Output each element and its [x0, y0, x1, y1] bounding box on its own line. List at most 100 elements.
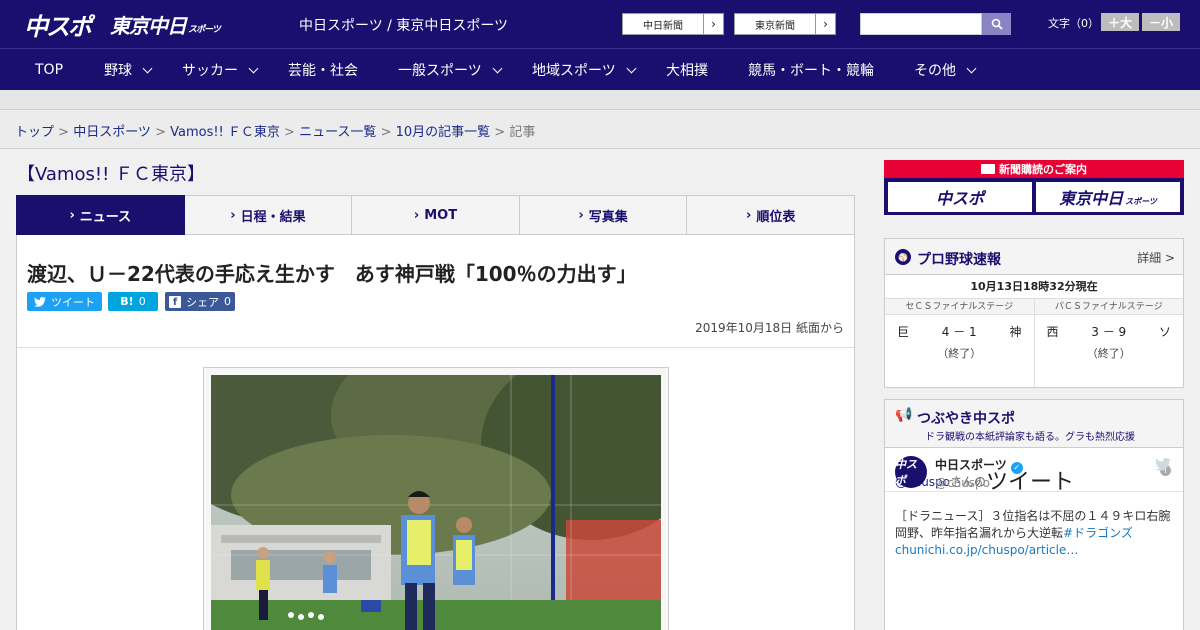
- nav-item-other[interactable]: その他: [914, 49, 977, 91]
- article-headline: 渡辺、Ｕ－22代表の手応え生かす あす神戸戦「100％の力出す」: [27, 262, 637, 286]
- twitter-bird-icon[interactable]: [1155, 457, 1171, 475]
- game-stage: セＣＳファイナルステージ: [885, 299, 1034, 315]
- game-score: 3 － 9: [1091, 325, 1127, 339]
- tokyo-subscribe-logo[interactable]: 東京中日 スポーツ: [1036, 182, 1180, 212]
- logo-text: 中スポ: [935, 189, 984, 208]
- chevron-down-icon: [492, 63, 503, 73]
- search-icon: [991, 18, 1003, 30]
- tweet-link[interactable]: chunichi.co.jp/chuspo/article…: [895, 543, 1078, 557]
- nav-item-label: 競馬・ボート・競輪: [748, 63, 874, 79]
- breadcrumb-separator: >: [376, 125, 396, 140]
- breadcrumb-separator: >: [150, 125, 171, 140]
- subscription-logos: 中スポ 東京中日 スポーツ: [888, 182, 1180, 212]
- tweets-box: 📢 つぶやき中スポ ドラ観戦の本紙評論家も語る。グラも熱烈応援 @chuspoさ…: [884, 399, 1184, 630]
- tab-standings[interactable]: › 順位表: [687, 195, 855, 235]
- twitter-bird-icon: [34, 296, 46, 307]
- baseball-detail-link[interactable]: 詳細 >: [1137, 249, 1175, 266]
- article-photo[interactable]: [211, 375, 661, 630]
- subscription-title: 新聞購読のご案内: [999, 163, 1087, 176]
- tokyo-logo-text: 東京中日: [110, 13, 187, 38]
- tweet-label: ツイート: [51, 295, 95, 309]
- baseball-game[interactable]: パＣＳファイナルステージ 西 3 － 9 ソ （終了）: [1034, 299, 1183, 387]
- nav-item-label: TOP: [35, 62, 64, 78]
- nav-item-soccer[interactable]: サッカー: [182, 49, 259, 91]
- section-title: 【Vamos!! ＦＣ東京】: [17, 164, 206, 185]
- facebook-share-button[interactable]: f シェア 0: [165, 292, 235, 311]
- tweet-author[interactable]: 中日スポーツ ✓: [935, 456, 1023, 474]
- nav-item-racing[interactable]: 競馬・ボート・競輪: [748, 49, 874, 91]
- away-team: 神: [1009, 325, 1022, 339]
- baseball-timestamp: 10月13日18時32分現在: [885, 275, 1183, 299]
- tweet-button[interactable]: ツイート: [27, 292, 102, 311]
- tab-photos[interactable]: › 写真集: [519, 195, 688, 235]
- game-stage: パＣＳファイナルステージ: [1034, 299, 1183, 315]
- chunichi-shimbun-button[interactable]: 中日新聞 ›: [622, 13, 724, 35]
- main-nav: TOP 野球 サッカー 芸能・社会 一般スポーツ 地域スポーツ 大相撲 競馬・ボ…: [0, 48, 1200, 90]
- nav-item-general-sports[interactable]: 一般スポーツ: [398, 49, 503, 91]
- nav-item-label: サッカー: [182, 63, 238, 79]
- tweets-title: つぶやき中スポ: [917, 411, 1015, 427]
- newspaper-icon: [981, 164, 995, 174]
- chevron-right-icon: ›: [230, 207, 236, 223]
- font-size-minus-button[interactable]: －小: [1142, 13, 1180, 31]
- breadcrumb-news-list[interactable]: ニュース一覧: [299, 125, 376, 140]
- hatena-count: 0: [138, 295, 146, 308]
- search-button[interactable]: [982, 13, 1011, 35]
- breadcrumb-october-list[interactable]: 10月の記事一覧: [396, 125, 491, 140]
- nav-item-local-sports[interactable]: 地域スポーツ: [532, 49, 637, 91]
- tweets-box-header: 📢 つぶやき中スポ ドラ観戦の本紙評論家も語る。グラも熱烈応援: [885, 400, 1183, 448]
- tokyo-chunichi-logo[interactable]: 東京中日 スポーツ: [110, 8, 221, 40]
- breadcrumb-separator: >: [490, 125, 510, 140]
- nav-item-label: 一般スポーツ: [398, 63, 482, 79]
- subscription-header: 新聞購読のご案内: [884, 160, 1184, 178]
- subscription-banner[interactable]: 新聞購読のご案内 中スポ 東京中日 スポーツ: [884, 160, 1184, 215]
- baseball-game[interactable]: セＣＳファイナルステージ 巨 4 － 1 神 （終了）: [885, 299, 1035, 387]
- hatena-bookmark-button[interactable]: B! 0: [108, 292, 158, 311]
- game-status: （終了）: [1086, 347, 1131, 360]
- avatar[interactable]: 中スポ: [895, 456, 927, 488]
- breadcrumb-separator: >: [54, 125, 74, 140]
- baseball-title: プロ野球速報: [917, 252, 1001, 268]
- chevron-right-icon: ›: [703, 14, 723, 34]
- breadcrumb: トップ > 中日スポーツ > Vamos!! ＦＣ東京 > ニュース一覧 > 1…: [15, 121, 535, 140]
- game-score: 4 － 1: [941, 325, 977, 339]
- tab-label: 順位表: [756, 209, 796, 225]
- facebook-share-label: シェア: [186, 295, 219, 309]
- nav-item-entertainment[interactable]: 芸能・社会: [288, 49, 358, 91]
- article-date: 2019年10月18日 紙面から: [695, 321, 844, 335]
- breadcrumb-fc-tokyo[interactable]: Vamos!! ＦＣ東京: [170, 125, 280, 140]
- nav-item-baseball[interactable]: 野球: [104, 49, 153, 91]
- home-team: 巨: [897, 325, 910, 339]
- chevron-down-icon: [626, 63, 637, 73]
- baseball-scores-box: ⚾ プロ野球速報 詳細 > 10月13日18時32分現在 セＣＳファイナルステー…: [884, 238, 1184, 388]
- chevron-right-icon: ›: [578, 207, 584, 223]
- logo-text: 東京中日: [1059, 189, 1124, 208]
- tab-label: 写真集: [588, 209, 628, 225]
- tab-mot[interactable]: › MOT: [352, 195, 520, 235]
- chuspo-logo[interactable]: 中スポ: [24, 8, 92, 41]
- chuspo-logo-text: 中スポ: [24, 12, 92, 41]
- site-title[interactable]: 中日スポーツ / 東京中日スポーツ: [299, 15, 508, 35]
- nav-item-sumo[interactable]: 大相撲: [666, 49, 708, 91]
- tweets-subtitle: ドラ観戦の本紙評論家も語る。グラも熱烈応援: [925, 432, 1135, 443]
- hatena-label: B!: [120, 295, 134, 308]
- ad-strip: [0, 90, 1200, 110]
- breadcrumb-separator: >: [279, 125, 300, 140]
- game-score-row: 巨 4 － 1 神: [897, 323, 1022, 340]
- timeline-header: @chuspoさんのツイート i: [885, 448, 1183, 495]
- tweet-text: ［ドラニュース］３位指名は不屈の１４９キロ右腕 岡野、昨年指名漏れから大逆転#ド…: [895, 508, 1182, 559]
- tab-news[interactable]: › ニュース: [16, 195, 185, 241]
- chevron-right-icon: ›: [69, 207, 75, 223]
- nav-item-top[interactable]: TOP: [35, 49, 63, 91]
- tab-schedule-results[interactable]: › 日程・結果: [184, 195, 353, 235]
- chuspo-subscribe-logo[interactable]: 中スポ: [888, 182, 1032, 212]
- tokyo-shimbun-button[interactable]: 東京新聞 ›: [734, 13, 836, 35]
- breadcrumb-chuspo[interactable]: 中日スポーツ: [73, 125, 151, 140]
- tweet-hashtag[interactable]: #ドラゴンズ: [1063, 526, 1133, 540]
- chevron-down-icon: [248, 63, 259, 73]
- search-input[interactable]: [860, 13, 982, 35]
- tweet-handle[interactable]: @chuspo: [935, 476, 990, 490]
- tab-label: MOT: [424, 207, 458, 223]
- breadcrumb-top[interactable]: トップ: [15, 125, 54, 140]
- font-size-plus-button[interactable]: ＋大: [1101, 13, 1139, 31]
